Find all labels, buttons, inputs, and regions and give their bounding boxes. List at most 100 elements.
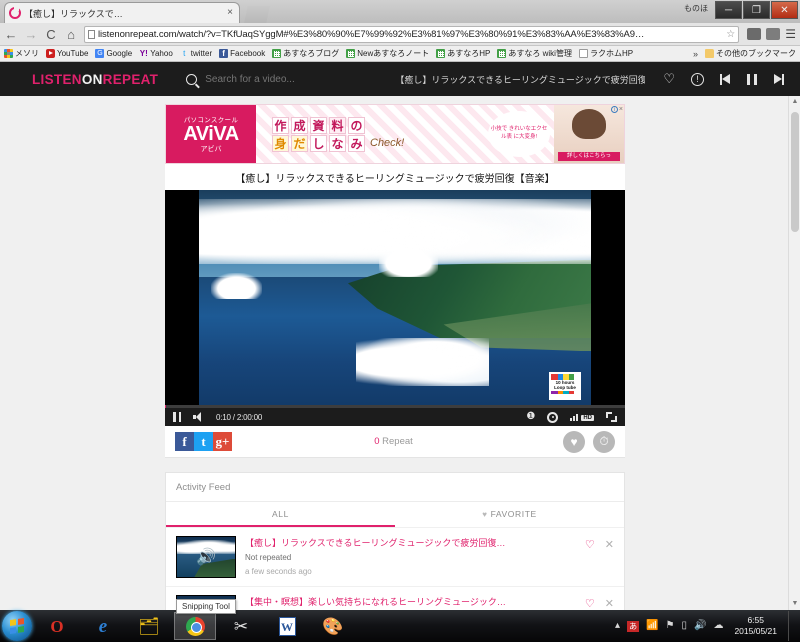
feed-item-actions: ♡ ✕ [585,595,614,610]
bookmark-youtube[interactable]: YouTube [46,49,88,58]
reload-icon[interactable]: C [44,27,58,42]
close-window-button[interactable]: ✕ [771,1,798,19]
web-page: LISTENONREPEAT 【癒し】リラックスできるヒーリングミュージックで疲… [0,62,800,610]
twitter-icon: t [179,49,189,58]
tab-all[interactable]: ALL [166,502,395,527]
previous-track-icon[interactable] [720,73,731,85]
bookmark-asunaro-hp[interactable]: あすなろHP [436,48,490,59]
taskbar-chrome-button[interactable] [174,612,216,640]
share-facebook-button[interactable]: f [175,432,194,451]
cloud-icon[interactable]: ☁ [713,621,723,631]
feed-item-title[interactable]: 【癒し】リラックスできるヒーリングミュージックで疲労回復… [245,536,576,549]
bookmark-label: ラクホムHP [589,49,634,58]
feed-thumbnail[interactable]: 🔊 [176,536,236,578]
taskbar-word-button[interactable]: W [266,612,308,640]
bookmark-yahoo[interactable]: Y! Yahoo [139,49,173,58]
favorite-button[interactable]: ♥ [563,430,585,453]
scroll-down-arrow[interactable]: ▼ [789,598,800,610]
browser-tab-active[interactable]: 【癒し】リラックスで… × [4,2,240,23]
chrome-menu-icon[interactable]: ☰ [785,27,796,41]
sleep-timer-button[interactable]: ⏱ [593,430,615,453]
feed-favorite-icon[interactable]: ♡ [585,538,595,551]
video-cloud-mid [379,246,439,278]
scroll-up-arrow[interactable]: ▲ [789,96,800,108]
video-quality-indicator[interactable]: HD [570,413,594,421]
site-logo[interactable]: LISTENONREPEAT [32,72,158,87]
share-twitter-button[interactable]: t [194,432,213,451]
maximize-button[interactable]: ❐ [743,1,770,19]
taskbar-internet-explorer-button[interactable]: e [82,612,124,640]
scrollbar-thumb[interactable] [791,112,799,232]
ad-info-icon[interactable]: i [610,106,618,113]
search-input[interactable] [205,73,396,85]
start-button[interactable] [2,611,32,641]
ad-char: 成 [291,116,308,134]
show-desktop-button[interactable] [788,611,796,641]
extension-icon-1[interactable] [747,28,762,40]
clock[interactable]: 6:55 2015/05/21 [730,615,781,638]
bookmark-asunaro-note[interactable]: Newあすなろノート [346,48,429,59]
search-box[interactable] [186,73,396,85]
video-settings-gear-icon[interactable] [547,411,559,423]
bookmark-label: Facebook [230,49,266,58]
extension-icon-2[interactable] [766,28,781,40]
bookmark-rakuhomu-hp[interactable]: ラクホムHP [578,48,634,59]
video-player[interactable]: 10 hours Loop tube 0:10 / 2:00:00 ❶ HD [165,190,625,426]
ad-cta-label[interactable]: 詳しくはこちらっ [558,152,620,161]
minimize-button[interactable]: ─ [715,1,742,19]
next-track-icon[interactable] [773,73,784,85]
share-googleplus-button[interactable]: g+ [213,432,232,451]
bookmark-facebook[interactable]: f Facebook [219,49,265,58]
feed-item-title[interactable]: 【集中・瞑想】楽しい気持ちになれるヒーリングミュージック… [245,595,576,608]
bookmark-google[interactable]: G Google [95,49,132,58]
forward-icon[interactable]: → [24,27,38,42]
video-fullscreen-icon[interactable] [606,412,617,422]
ime-indicator[interactable]: あ [627,620,640,632]
tab-close-icon[interactable]: × [227,8,235,18]
taskbar-snipping-tool-button[interactable]: ✂ [220,612,262,640]
action-flag-icon[interactable]: ⚑ [666,621,675,631]
bookmark-asunaro-wiki[interactable]: あすなろ wiki管理 [497,48,572,59]
video-volume-icon[interactable] [193,412,204,422]
feed-remove-icon[interactable]: ✕ [605,597,614,610]
facebook-icon: f [219,49,229,58]
taskbar-file-explorer-button[interactable]: 🗂 [128,612,170,640]
taskbar-paint-button[interactable]: 🎨 [312,612,354,640]
feed-favorite-icon[interactable]: ♡ [585,597,595,610]
bookmark-twitter[interactable]: t twitter [179,49,212,58]
favorite-heart-icon: ♥ [482,510,488,519]
taskbar-opera-button[interactable]: O [36,612,78,640]
volume-icon[interactable]: 🔊 [694,621,706,631]
video-annotations-icon[interactable]: ❶ [526,412,535,422]
page-scrollbar[interactable]: ▲ ▼ [788,96,800,610]
snipping-tool-tooltip: Snipping Tool [176,599,236,614]
feed-remove-icon[interactable]: ✕ [605,538,614,551]
video-pause-icon[interactable] [173,412,181,422]
advertisement-banner[interactable]: パソコンスクール AViVA アビバ 作 成 資 料 の 身 だ し な み C… [165,104,625,164]
list-item[interactable]: 🔊 【癒し】リラックスできるヒーリングミュージックで疲労回復… Not repe… [166,527,624,586]
tray-overflow-icon[interactable]: ▴ [615,621,620,631]
address-bar[interactable]: listenonrepeat.com/watch/?v=TKfUaqSYggM#… [84,25,740,43]
bookmark-star-icon[interactable]: ☆ [726,29,735,40]
ad-char: の [348,116,365,134]
bookmark-apps[interactable]: メソリ [4,48,39,59]
pause-icon[interactable] [747,73,757,85]
video-frame[interactable]: 10 hours Loop tube [199,190,591,408]
info-icon[interactable]: ! [691,72,704,86]
bookmarks-overflow-button[interactable]: » [693,49,698,59]
bookmark-other-folder[interactable]: その他のブックマーク [705,48,796,59]
logo-repeat: REPEAT [102,71,159,87]
back-icon[interactable]: ← [4,27,18,42]
new-tab-button[interactable] [244,6,270,23]
bookmark-label: Newあすなろノート [357,49,430,58]
home-icon[interactable]: ⌂ [64,27,78,42]
tab-favorite[interactable]: ♥ FAVORITE [395,502,624,527]
favorite-heart-icon[interactable]: ♡ [663,71,675,87]
bookmark-asunaro-blog[interactable]: あすなろブログ [272,48,339,59]
now-playing-title: 【癒し】リラックスできるヒーリングミュージックで疲労回復【音楽】 [395,74,646,85]
battery-icon[interactable]: ▯ [681,621,687,631]
page-info-icon[interactable] [88,29,95,39]
network-icon[interactable]: 📶 [646,621,658,631]
ad-close-icon[interactable]: × [619,106,623,113]
video-hd-badge: HD [581,414,594,421]
